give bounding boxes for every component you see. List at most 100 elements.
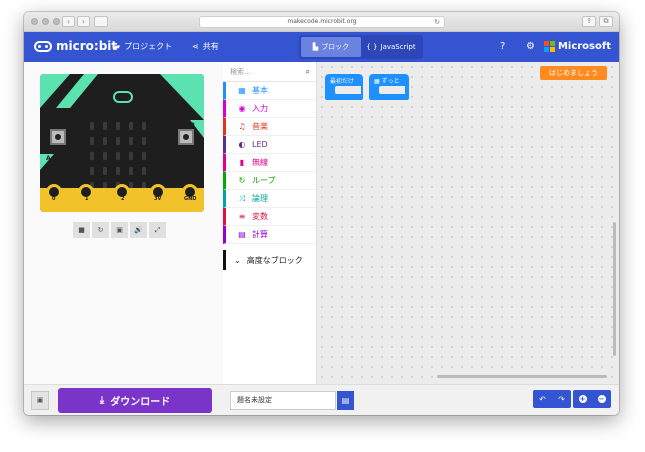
download-button[interactable]: ⤓ ダウンロード: [58, 388, 212, 413]
tabs-overview-button[interactable]: ⧉: [599, 16, 613, 27]
button-a-label: A: [46, 155, 51, 162]
zoom-window-button[interactable]: [53, 18, 60, 25]
zoom-in-icon[interactable]: +: [578, 395, 587, 403]
undo-icon[interactable]: ↶: [539, 395, 546, 404]
editor-tabs: ▙ ブロック { } JavaScript: [299, 35, 423, 59]
braces-icon: { }: [366, 43, 378, 51]
block-notch: [379, 86, 405, 94]
restart-icon[interactable]: ↻: [92, 222, 109, 238]
window-controls: [31, 18, 60, 25]
forever-block[interactable]: ▦ ずっと: [369, 74, 409, 100]
toolbox-category[interactable]: ▤ 計算: [223, 226, 316, 244]
blocks-workspace[interactable]: はじめましょう 最初だけ ▦ ずっと: [317, 62, 619, 384]
save-button[interactable]: ▤: [337, 391, 354, 410]
tab-javascript-label: JavaScript: [380, 43, 416, 51]
undo-redo-group: ↶ ↷: [533, 390, 571, 408]
download-label: ダウンロード: [110, 397, 171, 408]
toolbox-category[interactable]: ⤨ 論理: [223, 190, 316, 208]
microsoft-grid-icon: [543, 41, 555, 52]
pin-label-0: 0: [52, 196, 56, 202]
project-name-input[interactable]: 題名未設定: [230, 391, 336, 410]
on-start-block[interactable]: 最初だけ: [325, 74, 363, 100]
search-input[interactable]: 検索...: [230, 68, 251, 76]
share-icon: ⋖: [192, 42, 199, 51]
browser-titlebar: ‹ › makecode.microbit.org ↻ ⇪ ⧉: [24, 12, 619, 32]
collapse-simulator-button[interactable]: ▣: [31, 391, 49, 410]
minimize-window-button[interactable]: [42, 18, 49, 25]
share-menu[interactable]: ⋖ 共有: [192, 41, 219, 52]
pin-label-1: 1: [85, 196, 89, 202]
history-nav: ‹ ›: [62, 16, 90, 27]
toolbox-category[interactable]: ♫ 音楽: [223, 118, 316, 136]
get-started-button[interactable]: はじめましょう: [540, 66, 607, 80]
category-label: 計算: [252, 230, 268, 239]
microsoft-label: Microsoft: [557, 41, 611, 52]
gear-icon[interactable]: ⚙: [526, 41, 535, 52]
category-label: 変数: [252, 212, 268, 221]
workspace-horizontal-scrollbar[interactable]: [437, 375, 607, 378]
address-bar[interactable]: makecode.microbit.org ↻: [199, 16, 445, 28]
chevron-down-icon: ⌄: [234, 255, 241, 265]
help-icon[interactable]: ?: [500, 41, 505, 52]
toolbox-category[interactable]: ▦ 基本: [223, 82, 316, 100]
microbit-logo[interactable]: micro:bit: [34, 39, 117, 53]
toolbox-search[interactable]: 検索... ⌕: [223, 62, 316, 82]
folder-icon: ▰: [114, 42, 121, 51]
app-header: micro:bit ▰ プロジェクト ⋖ 共有 ▙ ブロック { } JavaS…: [24, 32, 619, 62]
zoom-group: + −: [573, 390, 611, 408]
fullscreen-icon[interactable]: ⤢: [149, 222, 166, 238]
close-window-button[interactable]: [31, 18, 38, 25]
tab-blocks[interactable]: ▙ ブロック: [301, 37, 361, 57]
button-b-label: B: [190, 122, 195, 129]
category-label: ループ: [252, 176, 276, 185]
download-icon: ⤓: [99, 395, 105, 406]
share-page-button[interactable]: ⇪: [582, 16, 596, 27]
button-a[interactable]: [50, 129, 66, 145]
toolbox: 検索... ⌕ ▦ 基本 ◉ 入力 ♫ 音楽 ◐ LED ▮ 無線 ↻ ループ ⤨ 論理 ≡ 変数 ▤ 計算 ⌄ …: [223, 62, 317, 384]
category-icon: ↻: [238, 176, 246, 185]
block-notch: [335, 86, 361, 94]
zoom-out-icon[interactable]: −: [597, 395, 606, 403]
category-label: 無線: [252, 158, 268, 167]
advanced-blocks-toggle[interactable]: ⌄ 高度なブロック: [223, 250, 316, 270]
reload-icon[interactable]: ↻: [434, 17, 440, 27]
url-text: makecode.microbit.org: [287, 18, 357, 25]
category-list: ▦ 基本 ◉ 入力 ♫ 音楽 ◐ LED ▮ 無線 ↻ ループ ⤨ 論理 ≡ 変数 ▤ 計算: [223, 82, 316, 244]
category-icon: ≡: [238, 212, 246, 221]
toolbox-category[interactable]: ◉ 入力: [223, 100, 316, 118]
workspace-vertical-scrollbar[interactable]: [613, 222, 616, 356]
category-label: 入力: [252, 104, 268, 113]
category-label: 基本: [252, 86, 268, 95]
tab-javascript[interactable]: { } JavaScript: [361, 37, 421, 57]
sound-icon[interactable]: 🔊: [130, 222, 147, 238]
category-icon: ⤨: [238, 193, 246, 203]
redo-icon[interactable]: ↷: [558, 395, 565, 404]
forward-button[interactable]: ›: [77, 16, 90, 27]
debug-icon[interactable]: ▣: [111, 222, 128, 238]
category-icon: ◉: [238, 104, 246, 113]
forever-label: ずっと: [381, 78, 400, 85]
puzzle-icon: ▙: [312, 43, 319, 51]
logo-text: micro:bit: [56, 39, 118, 53]
toolbox-category[interactable]: ≡ 変数: [223, 208, 316, 226]
category-icon: ◐: [238, 140, 246, 149]
sidebar-toggle-button[interactable]: [94, 16, 108, 27]
microsoft-logo[interactable]: Microsoft: [543, 41, 611, 52]
category-icon: ▤: [238, 230, 246, 239]
back-button[interactable]: ‹: [62, 16, 75, 27]
share-label: 共有: [202, 42, 219, 51]
projects-label: プロジェクト: [124, 42, 173, 51]
advanced-blocks-label: 高度なブロック: [246, 255, 303, 265]
toolbox-category[interactable]: ▮ 無線: [223, 154, 316, 172]
pin-label-2: 2: [121, 196, 125, 202]
toolbox-category[interactable]: ↻ ループ: [223, 172, 316, 190]
category-label: LED: [252, 140, 268, 149]
projects-menu[interactable]: ▰ プロジェクト: [114, 41, 172, 52]
browser-right-controls: ⇪ ⧉: [582, 16, 613, 27]
toolbox-category[interactable]: ◐ LED: [223, 136, 316, 154]
microbit-board[interactable]: A B 0 1 2 3V GND: [40, 74, 204, 212]
category-icon: ♫: [238, 122, 246, 131]
button-b[interactable]: [178, 129, 194, 145]
category-icon: ▮: [239, 158, 245, 167]
stop-icon[interactable]: ■: [73, 222, 90, 238]
